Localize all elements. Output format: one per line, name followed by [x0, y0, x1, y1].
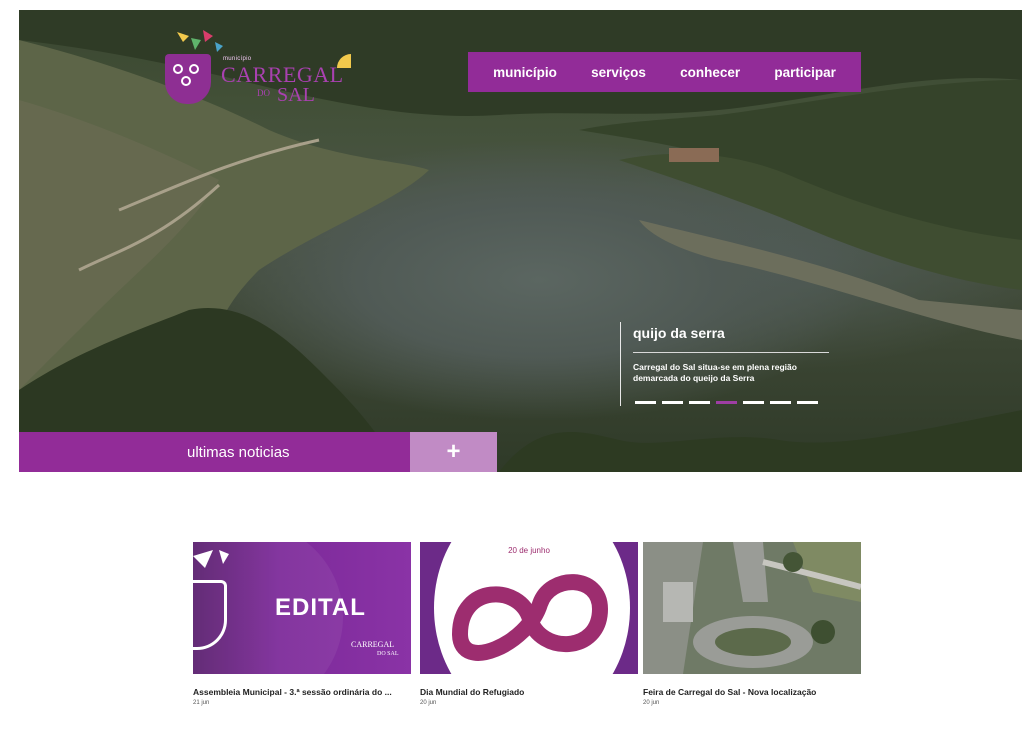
hero-banner: município CARREGAL DO SAL município serv…	[19, 10, 1022, 472]
news-card-title[interactable]: Assembleia Municipal - 3.ª sessão ordiná…	[193, 686, 411, 698]
slide-divider	[633, 352, 829, 353]
news-card-image[interactable]: 20 de junho	[420, 542, 638, 674]
logo-name-do: DO	[257, 88, 270, 98]
slide-indicator-dot[interactable]	[797, 401, 818, 404]
news-card-date: 20 jun	[420, 700, 437, 706]
slide-indicator-dot[interactable]	[716, 401, 737, 404]
news-card[interactable]: EDITAL CARREGAL DO SAL Assembleia Munici…	[193, 542, 411, 706]
logo-name-line2: SAL	[277, 84, 315, 106]
logo-leaves-icon	[177, 30, 223, 52]
slide-caption: quijo da serra Carregal do Sal situa-se …	[620, 322, 832, 406]
aerial-roundabout-image	[643, 542, 861, 674]
main-nav: município serviços conhecer participar	[468, 52, 861, 92]
refugee-day-hands-icon	[451, 574, 609, 661]
slide-text: Carregal do Sal situa-se em plena região…	[633, 362, 797, 383]
nav-item-conhecer[interactable]: conhecer	[680, 65, 740, 80]
plus-icon: +	[446, 438, 461, 465]
latest-news-label: ultimas noticias	[187, 443, 290, 461]
slide-indicator-dot[interactable]	[743, 401, 764, 404]
news-card-title[interactable]: Dia Mundial do Refugiado	[420, 686, 638, 698]
site-logo[interactable]: município CARREGAL DO SAL	[165, 28, 365, 110]
slide-indicator-dot[interactable]	[689, 401, 710, 404]
edital-brand: CARREGAL	[351, 640, 395, 649]
poster-date: 20 de junho	[508, 546, 550, 555]
slide-indicators	[635, 401, 818, 404]
news-card-date: 20 jun	[643, 700, 660, 706]
latest-news-bar: ultimas noticias	[19, 432, 410, 472]
slide-indicator-dot[interactable]	[635, 401, 656, 404]
edital-brand-sub: DO SAL	[377, 651, 399, 657]
edital-heading: EDITAL	[275, 594, 366, 621]
nav-item-servicos[interactable]: serviços	[591, 65, 646, 80]
logo-shield-icon	[165, 54, 211, 104]
news-card-image[interactable]: EDITAL CARREGAL DO SAL	[193, 542, 411, 674]
slide-indicator-dot[interactable]	[662, 401, 683, 404]
news-card-date: 21 jun	[193, 700, 210, 706]
logo-sun-icon	[337, 54, 351, 68]
news-card[interactable]: Feira de Carregal do Sal - Nova localiza…	[643, 542, 861, 706]
nav-item-municipio[interactable]: município	[493, 65, 557, 80]
more-news-button[interactable]: +	[410, 432, 497, 472]
slide-title: quijo da serra	[633, 325, 725, 341]
page: município CARREGAL DO SAL município serv…	[0, 0, 1022, 732]
news-card[interactable]: 20 de junho Dia Mundial do Refugiado 20 …	[420, 542, 638, 706]
slide-indicator-dot[interactable]	[770, 401, 791, 404]
nav-item-participar[interactable]: participar	[774, 65, 836, 80]
news-card-image[interactable]	[643, 542, 861, 674]
news-card-title[interactable]: Feira de Carregal do Sal - Nova localiza…	[643, 686, 861, 698]
